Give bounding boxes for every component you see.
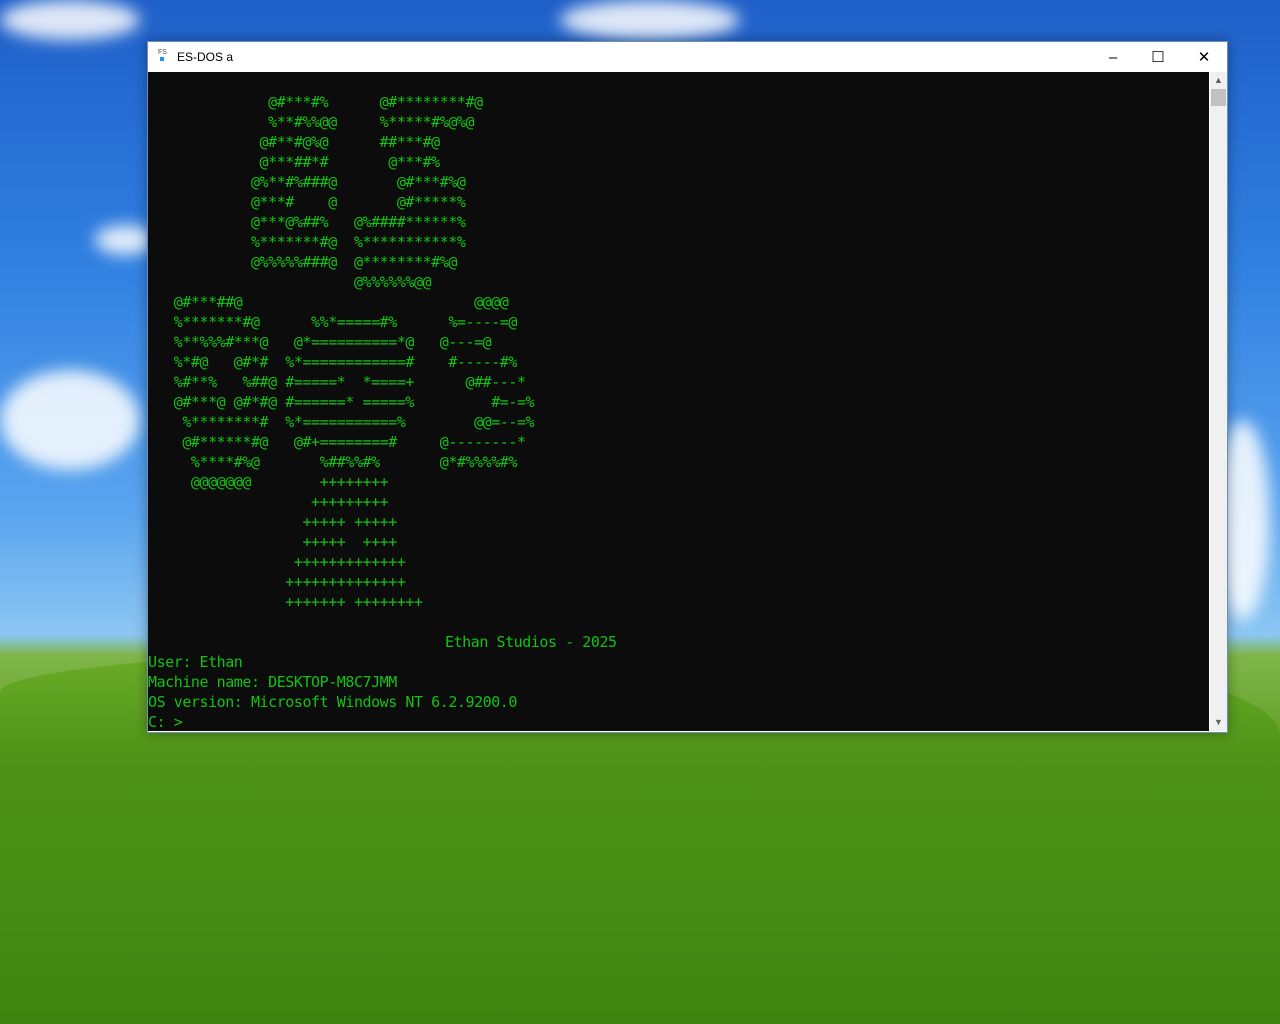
- minimize-button[interactable]: –: [1090, 42, 1136, 72]
- window-title: ES-DOS a: [177, 50, 234, 64]
- maximize-button[interactable]: ☐: [1135, 42, 1181, 72]
- cloud: [560, 0, 740, 40]
- system-info: Ethan Studios - 2025 User: Ethan Machine…: [148, 632, 617, 732]
- cloud: [0, 0, 140, 40]
- credit-line: Ethan Studios - 2025: [445, 633, 617, 651]
- close-button[interactable]: ✕: [1181, 42, 1227, 72]
- os-line: OS version: Microsoft Windows NT 6.2.920…: [148, 693, 517, 711]
- ascii-art: @#***#% @#********#@ %**#%%@@ %*****#%@%…: [173, 93, 535, 611]
- user-line: User: Ethan: [148, 653, 243, 671]
- terminal-output[interactable]: @#***#% @#********#@ %**#%%@@ %*****#%@%…: [148, 72, 1209, 731]
- cloud: [0, 370, 140, 470]
- machine-line: Machine name: DESKTOP-M8C7JMM: [148, 673, 397, 691]
- scroll-thumb[interactable]: [1211, 89, 1226, 106]
- title-bar[interactable]: FS ES-DOS a – ☐ ✕: [148, 42, 1227, 72]
- cloud: [95, 225, 155, 255]
- command-prompt[interactable]: C: >: [148, 713, 183, 731]
- vertical-scrollbar[interactable]: ▲ ▼: [1210, 72, 1227, 731]
- scroll-down-icon[interactable]: ▼: [1210, 714, 1227, 731]
- scroll-up-icon[interactable]: ▲: [1210, 72, 1227, 89]
- app-icon: FS: [158, 49, 168, 65]
- terminal-window: FS ES-DOS a – ☐ ✕ @#***#% @#********#@ %…: [147, 41, 1228, 733]
